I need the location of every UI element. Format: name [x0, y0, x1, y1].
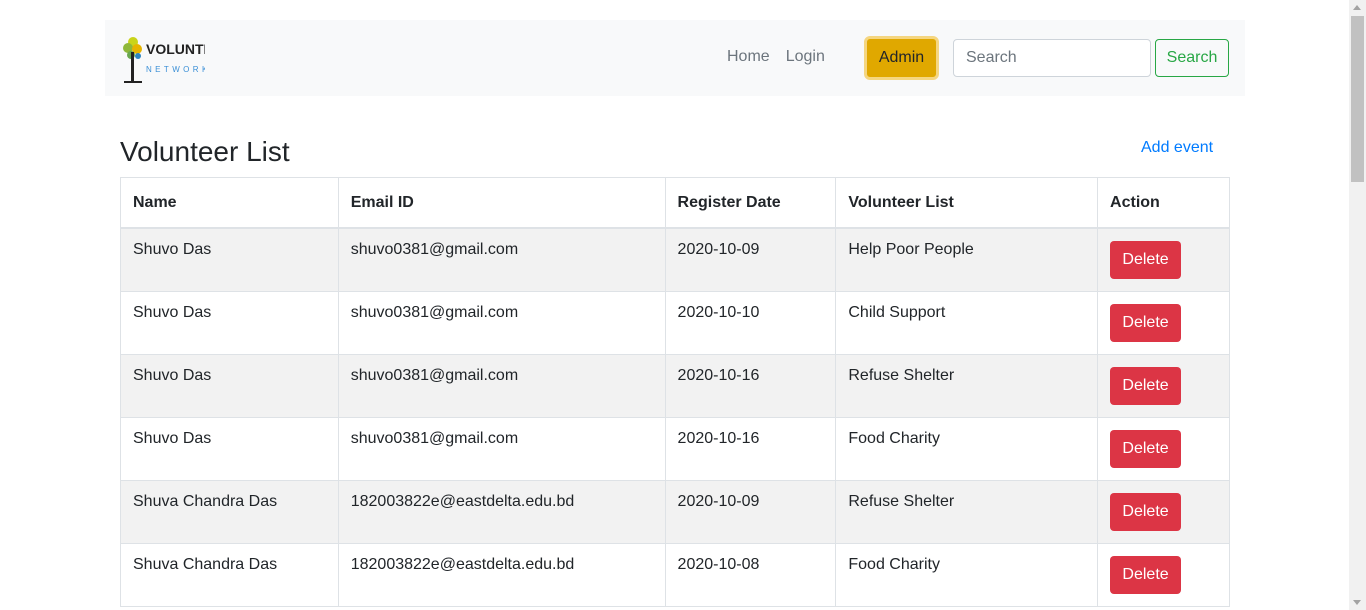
scroll-up-arrow-icon[interactable]: [1353, 5, 1361, 10]
search-button[interactable]: Search: [1155, 39, 1229, 77]
cell-action: Delete: [1097, 542, 1230, 607]
column-header-action: Action: [1097, 177, 1230, 229]
delete-button[interactable]: Delete: [1110, 303, 1182, 342]
cell-action: Delete: [1097, 290, 1230, 355]
cell-name: Shuva Chandra Das: [120, 542, 339, 607]
logo-text: VOLUNTEER: [146, 41, 205, 57]
column-header-name: Name: [120, 177, 339, 229]
cell-email: shuvo0381@gmail.com: [337, 290, 666, 355]
table-row: Shuvo Das shuvo0381@gmail.com 2020-10-09…: [120, 227, 1230, 292]
delete-button[interactable]: Delete: [1110, 366, 1182, 405]
cell-action: Delete: [1097, 353, 1230, 418]
add-event-link[interactable]: Add event: [1141, 139, 1213, 157]
column-header-email: Email ID: [337, 177, 666, 229]
volunteer-table: Name Email ID Register Date Volunteer Li…: [120, 177, 1230, 607]
cell-register-date: 2020-10-16: [664, 353, 837, 418]
admin-button[interactable]: Admin: [864, 36, 939, 80]
column-header-volunteer-list: Volunteer List: [835, 177, 1099, 229]
cell-name: Shuvo Das: [120, 227, 339, 292]
cell-email: 182003822e@eastdelta.edu.bd: [337, 479, 666, 544]
cell-register-date: 2020-10-10: [664, 290, 837, 355]
table-header-row: Name Email ID Register Date Volunteer Li…: [120, 177, 1230, 229]
delete-button[interactable]: Delete: [1110, 240, 1182, 279]
table-row: Shuvo Das shuvo0381@gmail.com 2020-10-16…: [120, 416, 1230, 481]
scrollbar-thumb[interactable]: [1351, 16, 1364, 182]
cell-name: Shuvo Das: [120, 290, 339, 355]
cell-volunteer-list: Food Charity: [835, 542, 1099, 607]
cell-register-date: 2020-10-09: [664, 227, 837, 292]
cell-action: Delete: [1097, 227, 1230, 292]
table-row: Shuvo Das shuvo0381@gmail.com 2020-10-16…: [120, 353, 1230, 418]
search-input[interactable]: [953, 39, 1151, 77]
logo-subtext: NETWORK: [146, 65, 205, 74]
cell-email: shuvo0381@gmail.com: [337, 416, 666, 481]
delete-button[interactable]: Delete: [1110, 492, 1182, 531]
nav-home-link[interactable]: Home: [727, 48, 770, 66]
scroll-down-arrow-icon[interactable]: [1353, 600, 1361, 605]
vertical-scrollbar[interactable]: [1349, 0, 1366, 610]
cell-action: Delete: [1097, 416, 1230, 481]
delete-button[interactable]: Delete: [1110, 429, 1182, 468]
table-row: Shuva Chandra Das 182003822e@eastdelta.e…: [120, 542, 1230, 607]
cell-volunteer-list: Refuse Shelter: [835, 353, 1099, 418]
volunteer-network-logo[interactable]: VOLUNTEER NETWORK: [121, 34, 205, 84]
table-row: Shuvo Das shuvo0381@gmail.com 2020-10-10…: [120, 290, 1230, 355]
nav-links: Home Login: [727, 48, 825, 66]
cell-volunteer-list: Food Charity: [835, 416, 1099, 481]
cell-action: Delete: [1097, 479, 1230, 544]
cell-email: shuvo0381@gmail.com: [337, 227, 666, 292]
cell-name: Shuvo Das: [120, 353, 339, 418]
cell-name: Shuvo Das: [120, 416, 339, 481]
column-header-register-date: Register Date: [664, 177, 837, 229]
cell-volunteer-list: Child Support: [835, 290, 1099, 355]
table-row: Shuva Chandra Das 182003822e@eastdelta.e…: [120, 479, 1230, 544]
cell-volunteer-list: Refuse Shelter: [835, 479, 1099, 544]
cell-register-date: 2020-10-08: [664, 542, 837, 607]
cell-email: 182003822e@eastdelta.edu.bd: [337, 542, 666, 607]
cell-register-date: 2020-10-16: [664, 416, 837, 481]
navbar: VOLUNTEER NETWORK Home Login Admin Searc…: [105, 20, 1245, 96]
page-title: Volunteer List: [120, 136, 290, 167]
nav-login-link[interactable]: Login: [786, 48, 825, 66]
cell-email: shuvo0381@gmail.com: [337, 353, 666, 418]
delete-button[interactable]: Delete: [1110, 555, 1182, 594]
cell-register-date: 2020-10-09: [664, 479, 837, 544]
cell-volunteer-list: Help Poor People: [835, 227, 1099, 292]
cell-name: Shuva Chandra Das: [120, 479, 339, 544]
